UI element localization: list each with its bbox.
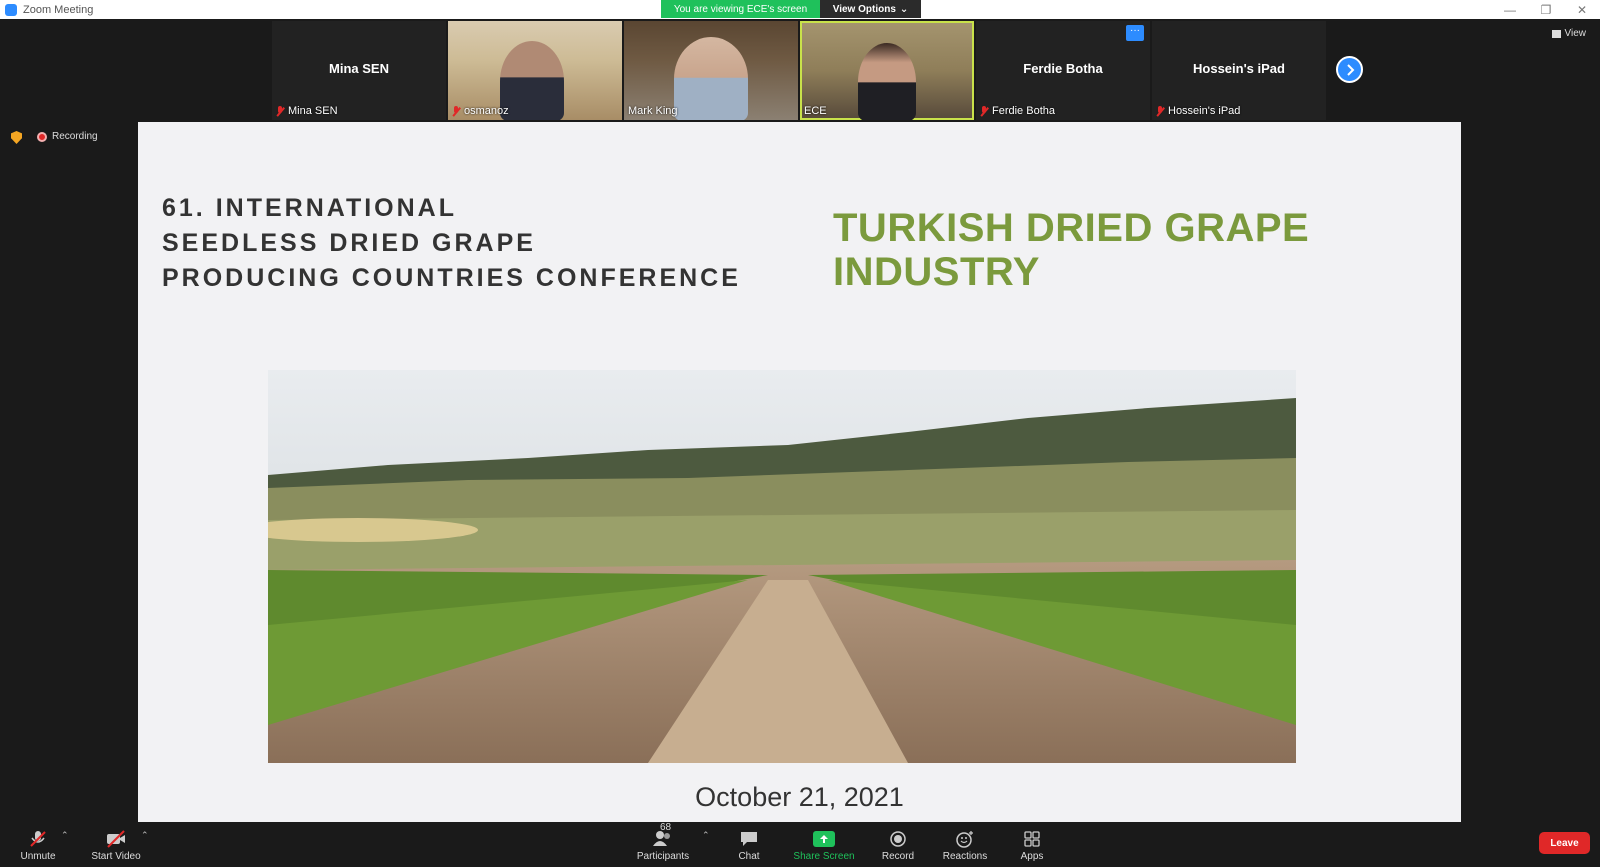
close-button[interactable]: ✕	[1564, 0, 1600, 19]
recording-indicator[interactable]: Recording	[37, 131, 98, 142]
participant-name: Mina SEN	[288, 105, 338, 117]
muted-mic-icon	[980, 105, 988, 117]
reactions-button[interactable]: Reactions	[942, 822, 988, 867]
participant-label: ECE	[804, 105, 827, 117]
participant-label: Hossein's iPad	[1156, 105, 1240, 117]
chat-icon	[741, 832, 757, 846]
conference-title-line: 61. INTERNATIONAL	[162, 194, 457, 222]
slide-date: October 21, 2021	[695, 782, 904, 812]
participant-label: Mina SEN	[276, 105, 338, 117]
view-options-button[interactable]: View Options ⌄	[820, 0, 921, 18]
participant-label: Mark King	[628, 105, 678, 117]
muted-mic-icon	[452, 105, 460, 117]
view-options-label: View Options	[832, 3, 896, 15]
participant-name: osmanoz	[464, 105, 509, 117]
apps-label: Apps	[1020, 851, 1044, 862]
record-label: Record	[881, 851, 915, 862]
conference-title-line: PRODUCING COUNTRIES CONFERENCE	[162, 264, 741, 292]
participants-label: Participants	[636, 851, 690, 862]
vineyard-image	[268, 370, 1296, 763]
industry-title-line: INDUSTRY	[833, 250, 1040, 294]
participant-tile-mark-king[interactable]: Mark King	[624, 21, 798, 120]
participant-name: Hossein's iPad	[1168, 105, 1241, 117]
industry-title: TURKISH DRIED GRAPE INDUSTRY	[833, 206, 1309, 294]
zoom-app-icon	[5, 3, 17, 16]
start-video-label: Start Video	[91, 851, 141, 862]
shared-screen-slide: 61. INTERNATIONAL SEEDLESS DRIED GRAPE P…	[138, 122, 1461, 822]
view-layout-button[interactable]: View	[1551, 28, 1587, 39]
chevron-up-icon[interactable]: ⌃	[702, 830, 710, 841]
share-screen-label: Share Screen	[793, 851, 855, 862]
recording-label: Recording	[52, 131, 98, 142]
more-options-icon[interactable]: ···	[1126, 25, 1144, 41]
participant-video	[858, 43, 916, 120]
conference-title: 61. INTERNATIONAL SEEDLESS DRIED GRAPE P…	[162, 191, 741, 296]
grid-icon	[1551, 29, 1561, 38]
minimize-button[interactable]: —	[1492, 0, 1528, 19]
participant-tile-ferdie-botha[interactable]: Ferdie Botha Ferdie Botha ···	[976, 21, 1150, 120]
chevron-right-icon	[1346, 63, 1354, 76]
chat-label: Chat	[738, 851, 760, 862]
reactions-icon	[956, 831, 973, 848]
participant-tile-ece[interactable]: ECE	[800, 21, 974, 120]
muted-mic-icon	[1156, 105, 1164, 117]
participant-tile-mina-sen[interactable]: Mina SEN Mina SEN	[272, 21, 446, 120]
viewing-screen-banner: You are viewing ECE's screen	[661, 0, 820, 18]
unmute-label: Unmute	[20, 851, 56, 862]
participant-name: Mark King	[628, 105, 678, 117]
participant-tile-hosseins-ipad[interactable]: Hossein's iPad Hossein's iPad	[1152, 21, 1326, 120]
muted-microphone-icon	[30, 831, 46, 847]
unmute-button[interactable]: Unmute	[18, 822, 58, 867]
window-controls: — ❐ ✕	[1492, 0, 1600, 19]
apps-button[interactable]: Apps	[1017, 822, 1047, 867]
participant-name: ECE	[804, 105, 827, 117]
restore-button[interactable]: ❐	[1528, 0, 1564, 19]
muted-mic-icon	[276, 105, 284, 117]
share-screen-icon	[813, 831, 835, 847]
conference-title-line: SEEDLESS DRIED GRAPE	[162, 229, 536, 257]
apps-icon	[1024, 831, 1040, 847]
participant-label: Ferdie Botha	[980, 105, 1055, 117]
participants-button[interactable]: 68 Participants	[634, 822, 692, 867]
share-screen-button[interactable]: Share Screen	[793, 822, 855, 867]
view-label: View	[1564, 28, 1587, 39]
industry-title-line: TURKISH DRIED GRAPE	[833, 206, 1310, 250]
participant-video	[500, 41, 564, 120]
security-shield-icon[interactable]	[11, 131, 22, 144]
participant-name: Ferdie Botha	[992, 105, 1055, 117]
participant-display-name: Hossein's iPad	[1193, 61, 1285, 76]
vineyard-photo	[268, 370, 1296, 763]
meeting-toolbar: Unmute ⌃ Start Video ⌃ 68 Participants ⌃…	[0, 822, 1600, 867]
leave-button[interactable]: Leave	[1539, 832, 1590, 854]
chevron-up-icon[interactable]: ⌃	[141, 830, 149, 841]
participant-tile-osmanoz[interactable]: osmanoz	[448, 21, 622, 120]
participant-video	[674, 37, 748, 120]
participant-display-name: Ferdie Botha	[1023, 61, 1103, 76]
video-off-icon	[107, 830, 125, 848]
record-button[interactable]: Record	[880, 822, 916, 867]
next-page-button[interactable]	[1336, 56, 1363, 83]
participant-label: osmanoz	[452, 105, 509, 117]
chevron-down-icon: ⌄	[899, 3, 909, 15]
chevron-up-icon[interactable]: ⌃	[61, 830, 69, 841]
participant-count: 68	[660, 822, 672, 833]
record-icon	[890, 831, 906, 847]
start-video-button[interactable]: Start Video	[88, 822, 144, 867]
participant-display-name: Mina SEN	[329, 61, 389, 76]
recording-dot-icon	[37, 131, 47, 142]
chat-button[interactable]: Chat	[734, 822, 764, 867]
window-title: Zoom Meeting	[23, 3, 94, 16]
participant-gallery: Mina SEN Mina SEN osmanoz Mark King ECE …	[272, 21, 1326, 120]
reactions-label: Reactions	[942, 851, 988, 862]
